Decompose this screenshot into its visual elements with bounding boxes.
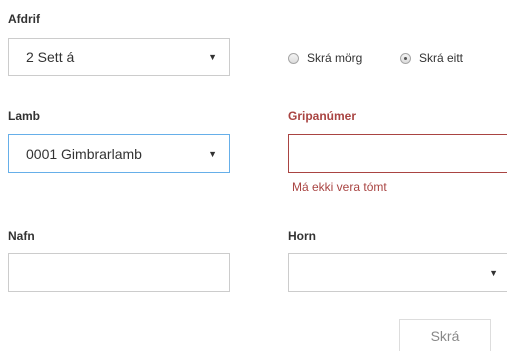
afdrif-select[interactable]: 2 Sett á ▼ xyxy=(8,38,230,76)
lamb-select[interactable]: 0001 Gimbrarlamb ▼ xyxy=(8,134,230,173)
radio-skra-eitt[interactable]: Skrá eitt xyxy=(400,51,463,65)
radio-icon[interactable] xyxy=(288,52,299,64)
radio-skra-eitt-label: Skrá eitt xyxy=(419,51,464,65)
caret-down-icon: ▼ xyxy=(208,148,217,159)
afdrif-selected-value: 2 Sett á xyxy=(26,49,75,65)
afdrif-label: Afdrif xyxy=(8,12,40,26)
nafn-input[interactable] xyxy=(8,253,230,292)
lamb-selected-value: 0001 Gimbrarlamb xyxy=(26,145,142,162)
gripanumer-error-message: Má ekki vera tómt xyxy=(292,180,387,194)
nafn-label: Nafn xyxy=(8,229,35,243)
submit-button[interactable]: Skrá xyxy=(399,319,491,351)
horn-label: Horn xyxy=(288,229,316,243)
radio-checked-icon[interactable] xyxy=(400,52,411,64)
radio-skra-morg-label: Skrá mörg xyxy=(307,51,363,65)
caret-down-icon: ▼ xyxy=(489,267,498,278)
caret-down-icon: ▼ xyxy=(208,52,217,62)
horn-select[interactable]: ▼ xyxy=(288,253,507,292)
lamb-label: Lamb xyxy=(8,109,41,123)
gripanumer-input[interactable] xyxy=(288,134,507,173)
gripanumer-label: Gripanúmer xyxy=(288,109,357,123)
radio-skra-morg[interactable]: Skrá mörg xyxy=(288,51,362,65)
